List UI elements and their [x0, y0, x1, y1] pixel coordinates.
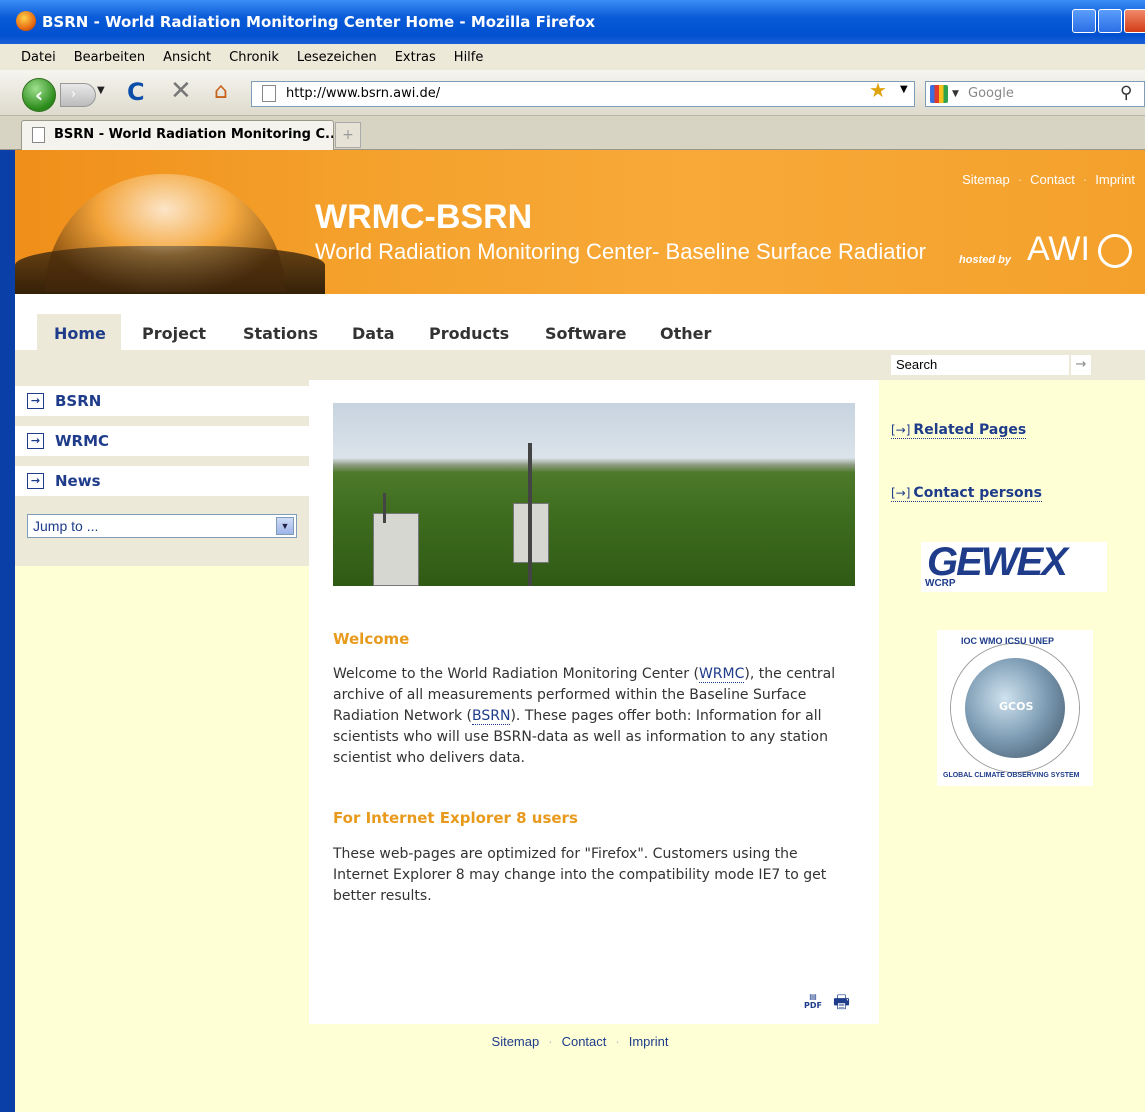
url-bar[interactable]: http://www.bsrn.awi.de/ — [251, 81, 915, 107]
close-window-button[interactable] — [1124, 9, 1145, 33]
maximize-button[interactable] — [1098, 9, 1122, 33]
top-link-contact[interactable]: Contact — [1030, 172, 1075, 187]
url-dropdown-icon[interactable]: ▼ — [900, 84, 908, 95]
home-icon[interactable]: ⌂ — [214, 79, 228, 104]
window-left-border — [0, 150, 15, 1112]
station-field-photo — [333, 403, 855, 586]
menu-extras[interactable]: Extras — [395, 50, 436, 65]
sidebar-item-bsrn[interactable]: → BSRN — [15, 386, 309, 416]
sidebar-item-label: BSRN — [55, 392, 102, 410]
arrow-right-icon: → — [27, 433, 44, 449]
sidebar-item-label: WRMC — [55, 432, 110, 450]
sidebar-item-label: News — [55, 472, 101, 490]
search-engine-placeholder: Google — [968, 86, 1014, 101]
menu-datei[interactable]: Datei — [21, 50, 56, 65]
awi-logo[interactable]: AWI — [1027, 230, 1090, 269]
tab-label: BSRN - World Radiation Monitoring C... — [54, 127, 334, 142]
photo-pole — [528, 443, 532, 586]
site-banner: WRMC-BSRN World Radiation Monitoring Cen… — [15, 150, 1145, 294]
nav-home[interactable]: Home — [54, 324, 106, 343]
footer-link-contact[interactable]: Contact — [562, 1034, 607, 1049]
new-tab-button[interactable]: + — [335, 122, 361, 148]
bsrn-link[interactable]: BSRN — [472, 708, 511, 725]
related-pages-link[interactable]: [→] Related Pages — [891, 422, 1027, 439]
gcos-logo[interactable]: IOC WMO ICSU UNEP GCOS GLOBAL CLIMATE OB… — [937, 630, 1093, 786]
nav-other[interactable]: Other — [660, 324, 711, 343]
menu-ansicht[interactable]: Ansicht — [163, 50, 211, 65]
menu-bearbeiten[interactable]: Bearbeiten — [74, 50, 145, 65]
main-navigation: Home Project Stations Data Products Soft… — [15, 294, 1145, 350]
chevron-down-icon[interactable]: ▼ — [276, 517, 294, 535]
search-engine-dropdown-icon[interactable]: ▼ — [952, 82, 959, 106]
tab-page-icon — [32, 127, 45, 143]
gewex-logo[interactable]: GEWEX WCRP — [921, 540, 1107, 592]
history-dropdown-icon[interactable]: ▼ — [97, 85, 105, 96]
wrmc-link[interactable]: WRMC — [698, 666, 745, 683]
url-text: http://www.bsrn.awi.de/ — [286, 86, 441, 101]
firefox-logo-icon — [16, 11, 36, 31]
main-content: Welcome Welcome to the World Radiation M… — [309, 380, 879, 1024]
footer-link-sitemap[interactable]: Sitemap — [492, 1034, 540, 1049]
arrow-right-icon: → — [27, 393, 44, 409]
welcome-heading: Welcome — [333, 630, 410, 648]
contact-persons-link[interactable]: [→] Contact persons — [891, 485, 1042, 502]
tab-bsrn-home[interactable]: BSRN - World Radiation Monitoring C... — [21, 120, 334, 150]
window-title: BSRN - World Radiation Monitoring Center… — [42, 13, 596, 31]
bookmark-star-icon[interactable]: ★ — [869, 78, 887, 102]
jump-to-select[interactable]: Jump to ... ▼ — [27, 514, 297, 538]
arrow-right-icon: → — [27, 473, 44, 489]
forward-button[interactable]: › — [60, 83, 96, 107]
awi-globe-icon — [1098, 234, 1132, 268]
nav-software[interactable]: Software — [545, 324, 626, 343]
jump-to-value: Jump to ... — [33, 518, 99, 534]
footer-links: Sitemap · Contact · Imprint — [491, 1034, 669, 1049]
right-sidebar: [→] Related Pages [→] Contact persons GEWE… — [879, 380, 1145, 1024]
web-page: WRMC-BSRN World Radiation Monitoring Cen… — [15, 150, 1145, 1112]
pyranometer-dome-image — [45, 174, 285, 292]
nav-project[interactable]: Project — [142, 324, 206, 343]
top-link-imprint[interactable]: Imprint — [1095, 172, 1135, 187]
menu-lesezeichen[interactable]: Lesezeichen — [297, 50, 377, 65]
pdf-icon[interactable]: ▤ PDF — [803, 992, 823, 1016]
search-engine-box[interactable]: ▼ Google ⚲ — [925, 81, 1145, 107]
tab-bar: BSRN - World Radiation Monitoring C... + — [0, 116, 1145, 150]
site-search-button[interactable]: → — [1071, 355, 1091, 375]
ie-text: These web-pages are optimized for "Firef… — [333, 846, 827, 904]
top-link-sitemap[interactable]: Sitemap — [962, 172, 1010, 187]
search-icon[interactable]: ⚲ — [1120, 81, 1132, 105]
top-links: Sitemap · Contact · Imprint — [962, 172, 1135, 187]
google-icon[interactable] — [930, 85, 948, 103]
welcome-text: Welcome to the World Radiation Monitorin… — [333, 666, 836, 766]
stop-icon[interactable]: ✕ — [170, 76, 192, 106]
nav-stations[interactable]: Stations — [243, 324, 318, 343]
menu-hilfe[interactable]: Hilfe — [454, 50, 484, 65]
site-title: WRMC-BSRN — [315, 198, 533, 236]
menu-bar: Datei Bearbeiten Ansicht Chronik Lesezei… — [0, 44, 1145, 70]
back-button[interactable]: ‹ — [22, 78, 56, 112]
navigation-toolbar: ‹ › ▼ C ✕ ⌂ http://www.bsrn.awi.de/ ★ ▼ … — [0, 70, 1145, 116]
sidebar-item-news[interactable]: → News — [15, 466, 309, 496]
menu-chronik[interactable]: Chronik — [229, 50, 279, 65]
nav-products[interactable]: Products — [429, 324, 509, 343]
sidebar-item-wrmc[interactable]: → WRMC — [15, 426, 309, 456]
photo-pole — [383, 493, 386, 523]
hosted-by-label: hosted by — [959, 254, 1011, 266]
nav-data[interactable]: Data — [352, 324, 395, 343]
left-sidebar: → BSRN → WRMC → News — [15, 380, 309, 566]
minimize-button[interactable] — [1072, 9, 1096, 33]
page-icon — [262, 85, 276, 102]
print-icon[interactable]: 🖶 — [833, 990, 857, 1013]
site-subtitle: World Radiation Monitoring Center- Basel… — [315, 239, 927, 264]
footer-link-imprint[interactable]: Imprint — [629, 1034, 669, 1049]
ie-heading: For Internet Explorer 8 users — [333, 809, 578, 827]
window-titlebar: BSRN - World Radiation Monitoring Center… — [0, 0, 1145, 44]
site-search-input[interactable]: Search — [891, 355, 1069, 375]
photo-logger-box — [373, 513, 419, 586]
reload-icon[interactable]: C — [127, 78, 145, 106]
